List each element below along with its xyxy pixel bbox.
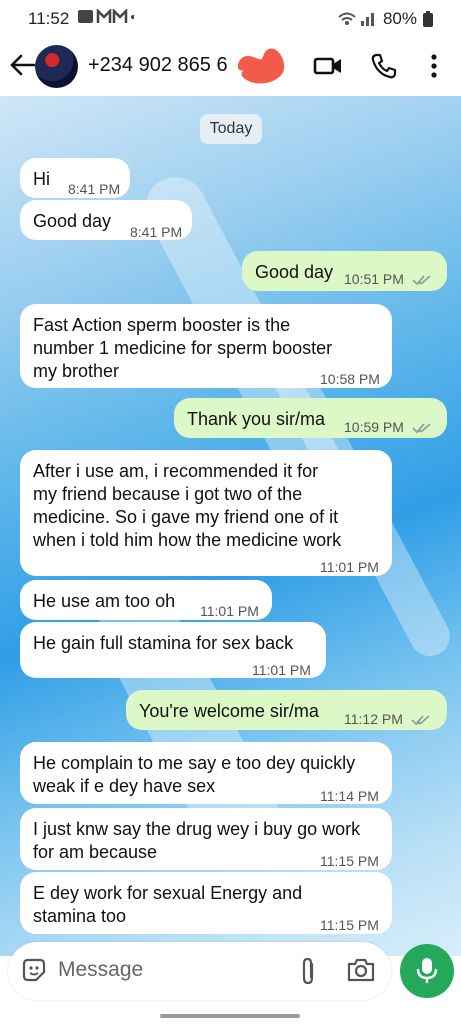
message-time: 11:15 PM [320,853,379,869]
battery-percent: 80% [382,9,417,28]
microphone-icon [416,958,438,983]
message-text: Fast Action sperm booster is the number … [33,315,333,381]
video-call-icon[interactable] [312,50,344,82]
status-right: 80% [337,9,433,29]
message-text: E dey work for sexual Energy and stamina… [33,883,303,926]
more-options-icon[interactable] [418,50,450,82]
signal-icon [338,12,374,26]
status-bar: 11:52 80% [0,0,461,38]
message-time: 10:51 PM [344,271,404,287]
message-bubble-incoming[interactable]: He complain to me say e too dey quickly … [20,742,392,804]
chat-area[interactable]: Today Hi 8:41 PM Good day 8:41 PM Good d… [0,96,461,956]
read-receipt-icon [412,275,431,286]
message-bubble-incoming[interactable]: He gain full stamina for sex back 11:01 … [20,622,326,678]
message-input-placeholder[interactable]: Message [58,958,143,982]
message-text: Good day [255,262,334,282]
message-text: After i use am, i recommended it for my … [33,461,342,550]
message-meta: 11:12 PM [344,708,431,731]
message-time: 11:12 PM [344,711,403,727]
message-input-box[interactable]: Message [8,942,391,1000]
message-text: Thank you sir/ma [187,409,326,429]
read-receipt-icon [412,423,431,434]
home-indicator [160,1014,300,1018]
date-chip: Today [200,114,262,144]
message-text: I just knw say the drug wey i buy go wor… [33,819,361,862]
message-bubble-incoming[interactable]: Hi 8:41 PM [20,158,130,198]
voice-record-button[interactable] [400,944,454,998]
sticker-emoji-icon[interactable] [20,956,48,984]
message-time: 11:01 PM [252,662,311,678]
message-time: 11:01 PM [200,603,259,619]
message-meta: 10:59 PM [344,416,432,439]
message-bubble-incoming[interactable]: E dey work for sexual Energy and stamina… [20,872,392,934]
message-time: 10:58 PM [320,371,380,387]
message-bubble-incoming[interactable]: I just knw say the drug wey i buy go wor… [20,808,392,870]
message-composer: Message [0,942,461,1024]
message-bubble-incoming[interactable]: Fast Action sperm booster is the number … [20,304,392,388]
message-text: Good day [33,211,112,231]
message-bubble-outgoing[interactable]: You're welcome sir/ma 11:12 PM [126,690,447,730]
read-receipt-icon [411,715,430,726]
message-bubble-incoming[interactable]: Good day 8:41 PM [20,200,192,240]
notification-icons-graphic [78,7,135,23]
message-bubble-incoming[interactable]: He use am too oh 11:01 PM [20,580,272,620]
attachment-clip-icon[interactable] [297,956,319,986]
message-text: He use am too oh [33,591,176,611]
message-time: 8:41 PM [130,224,183,240]
message-time: 11:15 PM [320,917,379,933]
status-time: 11:52 [28,9,70,28]
message-meta: 10:51 PM [344,268,432,291]
phone-call-icon[interactable] [368,50,400,82]
camera-icon[interactable] [346,956,376,984]
message-bubble-outgoing[interactable]: Thank you sir/ma 10:59 PM [174,398,447,438]
message-text: You're welcome sir/ma [139,701,319,721]
chat-header: +234 902 865 6 [0,38,461,96]
message-time: 10:59 PM [344,419,404,435]
message-text: He complain to me say e too dey quickly … [33,753,356,796]
message-time: 11:14 PM [320,788,379,804]
message-text: Hi [33,169,50,189]
battery-icon [423,11,433,27]
back-arrow-icon[interactable] [8,50,38,80]
message-time: 8:41 PM [68,181,121,197]
contact-name[interactable]: +234 902 865 6 [88,54,228,77]
message-bubble-incoming[interactable]: After i use am, i recommended it for my … [20,450,392,576]
contact-avatar[interactable] [35,45,78,88]
redaction-scribble [238,48,285,84]
message-time: 11:01 PM [320,559,379,575]
message-bubble-outgoing[interactable]: Good day 10:51 PM [242,251,447,291]
notification-icons [78,7,135,29]
message-text: He gain full stamina for sex back [33,633,294,653]
